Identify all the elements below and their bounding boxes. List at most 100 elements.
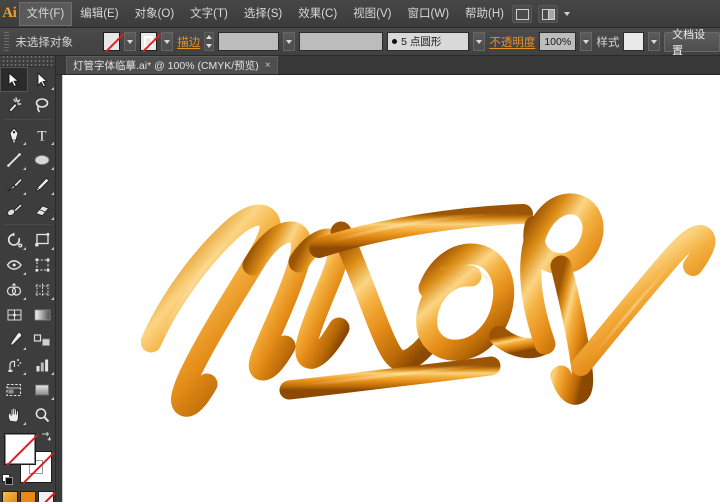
- fill-stroke-controls: [0, 431, 55, 489]
- tools-panel-grip[interactable]: [0, 56, 55, 67]
- stroke-weight-label[interactable]: 描边: [177, 34, 200, 50]
- flyout-indicator-icon: [23, 247, 26, 250]
- direct-selection-tool[interactable]: [28, 67, 56, 92]
- opacity-input[interactable]: 100%: [539, 32, 576, 51]
- lasso-tool[interactable]: [28, 92, 56, 117]
- flyout-indicator-icon: [23, 372, 26, 375]
- fill-color-dropdown[interactable]: [124, 32, 136, 51]
- document-tab-bar: 灯管字体临摹.ai* @ 100% (CMYK/预览) ×: [56, 56, 720, 75]
- control-bar-grip[interactable]: [4, 32, 9, 52]
- stroke-color-dropdown[interactable]: [161, 32, 173, 51]
- eraser-tool[interactable]: [28, 197, 56, 222]
- style-label: 样式: [596, 34, 619, 50]
- selection-tool[interactable]: [0, 67, 28, 92]
- inter-lettering-artwork[interactable]: [141, 170, 720, 420]
- menu-bar-right-group: [512, 5, 720, 23]
- paintbrush-tool[interactable]: [0, 172, 28, 197]
- flyout-indicator-icon: [23, 192, 26, 195]
- arrange-documents-icon[interactable]: [512, 5, 532, 23]
- brush-bullet-icon: [392, 39, 397, 44]
- scale-tool[interactable]: [28, 227, 56, 252]
- close-icon[interactable]: ×: [265, 61, 271, 71]
- fill-swatch[interactable]: [4, 433, 36, 465]
- pen-tool[interactable]: [0, 122, 28, 147]
- menu-file[interactable]: 文件(F): [19, 2, 73, 26]
- flyout-indicator-icon: [23, 142, 26, 145]
- chevron-down-icon[interactable]: [564, 12, 570, 16]
- fill-color-swatch[interactable]: [103, 32, 120, 51]
- ellipse-tool[interactable]: [28, 147, 56, 172]
- width-tool[interactable]: [0, 252, 28, 277]
- menu-object[interactable]: 对象(O): [127, 2, 183, 26]
- blend-tool[interactable]: [28, 327, 56, 352]
- flyout-indicator-icon: [23, 272, 26, 275]
- workspace-switcher-icon[interactable]: [538, 5, 558, 23]
- stroke-weight-input[interactable]: [218, 32, 279, 51]
- menu-help[interactable]: 帮助(H): [457, 2, 512, 26]
- symbol-sprayer-tool[interactable]: [0, 352, 28, 377]
- document-tab-label: 灯管字体临摹.ai* @ 100% (CMYK/预览): [73, 58, 259, 73]
- flyout-indicator-icon: [51, 167, 54, 170]
- brush-definition-select[interactable]: 5 点圆形: [387, 32, 469, 51]
- opacity-label[interactable]: 不透明度: [489, 34, 535, 50]
- brush-definition-dropdown[interactable]: [473, 32, 485, 51]
- mesh-tool[interactable]: [0, 302, 28, 327]
- flyout-indicator-icon: [23, 422, 26, 425]
- menu-view[interactable]: 视图(V): [345, 2, 399, 26]
- perspective-grid-tool[interactable]: [28, 277, 56, 302]
- flyout-indicator-icon: [23, 347, 26, 350]
- flyout-indicator-icon: [51, 192, 54, 195]
- hand-tool[interactable]: [0, 402, 28, 427]
- flyout-indicator-icon: [51, 247, 54, 250]
- document-setup-button[interactable]: 文档设置: [664, 32, 720, 52]
- flyout-indicator-icon: [51, 372, 54, 375]
- color-mode-buttons: [0, 491, 55, 502]
- canvas-area[interactable]: [56, 75, 720, 502]
- flyout-indicator-icon: [51, 87, 54, 90]
- tool-separator: [4, 119, 52, 120]
- gradient-tool[interactable]: [28, 302, 56, 327]
- document-tab[interactable]: 灯管字体临摹.ai* @ 100% (CMYK/预览) ×: [66, 56, 278, 74]
- menu-select[interactable]: 选择(S): [236, 2, 290, 26]
- magic-wand-tool[interactable]: [0, 92, 28, 117]
- control-bar: 未选择对象 描边 5 点圆形 不透明度 100% 样式 文档设置: [0, 28, 720, 56]
- free-transform-tool[interactable]: [28, 252, 56, 277]
- swap-fill-stroke-icon[interactable]: [41, 431, 51, 441]
- svg-text:T: T: [37, 128, 46, 143]
- none-mode-button[interactable]: [38, 491, 54, 502]
- menu-type[interactable]: 文字(T): [182, 2, 236, 26]
- type-tool[interactable]: T: [28, 122, 56, 147]
- column-graph-tool[interactable]: [28, 352, 56, 377]
- default-fill-stroke-icon[interactable]: [2, 474, 13, 485]
- gradient-mode-button[interactable]: [2, 491, 18, 502]
- graphic-style-dropdown[interactable]: [648, 32, 660, 51]
- rotate-tool[interactable]: [0, 227, 28, 252]
- menu-edit[interactable]: 编辑(E): [72, 2, 126, 26]
- flyout-indicator-icon: [23, 167, 26, 170]
- color-mode-button[interactable]: [20, 491, 36, 502]
- illustrator-window: Ai 文件(F) 编辑(E) 对象(O) 文字(T) 选择(S) 效果(C) 视…: [0, 0, 720, 502]
- tools-panel: T: [0, 56, 56, 502]
- stroke-weight-stepper[interactable]: [204, 32, 214, 51]
- shape-builder-tool[interactable]: [0, 277, 28, 302]
- menu-effect[interactable]: 效果(C): [290, 2, 345, 26]
- artboard-tool[interactable]: [0, 377, 28, 402]
- tool-separator: [4, 224, 52, 225]
- graphic-style-swatch[interactable]: [623, 32, 644, 51]
- slice-tool[interactable]: [28, 377, 56, 402]
- stroke-color-swatch[interactable]: [140, 32, 157, 51]
- flyout-indicator-icon: [51, 297, 54, 300]
- tools-grid: T: [0, 67, 55, 427]
- menu-window[interactable]: 窗口(W): [400, 2, 458, 26]
- pencil-tool[interactable]: [28, 172, 56, 197]
- line-segment-tool[interactable]: [0, 147, 28, 172]
- stroke-weight-dropdown[interactable]: [283, 32, 295, 51]
- eyedropper-tool[interactable]: [0, 327, 28, 352]
- selection-status-label: 未选择对象: [15, 34, 98, 50]
- zoom-tool[interactable]: [28, 402, 56, 427]
- stroke-profile-input[interactable]: [299, 32, 383, 51]
- opacity-dropdown[interactable]: [580, 32, 592, 51]
- flyout-indicator-icon: [51, 142, 54, 145]
- artboard[interactable]: [62, 75, 720, 502]
- blob-brush-tool[interactable]: [0, 197, 28, 222]
